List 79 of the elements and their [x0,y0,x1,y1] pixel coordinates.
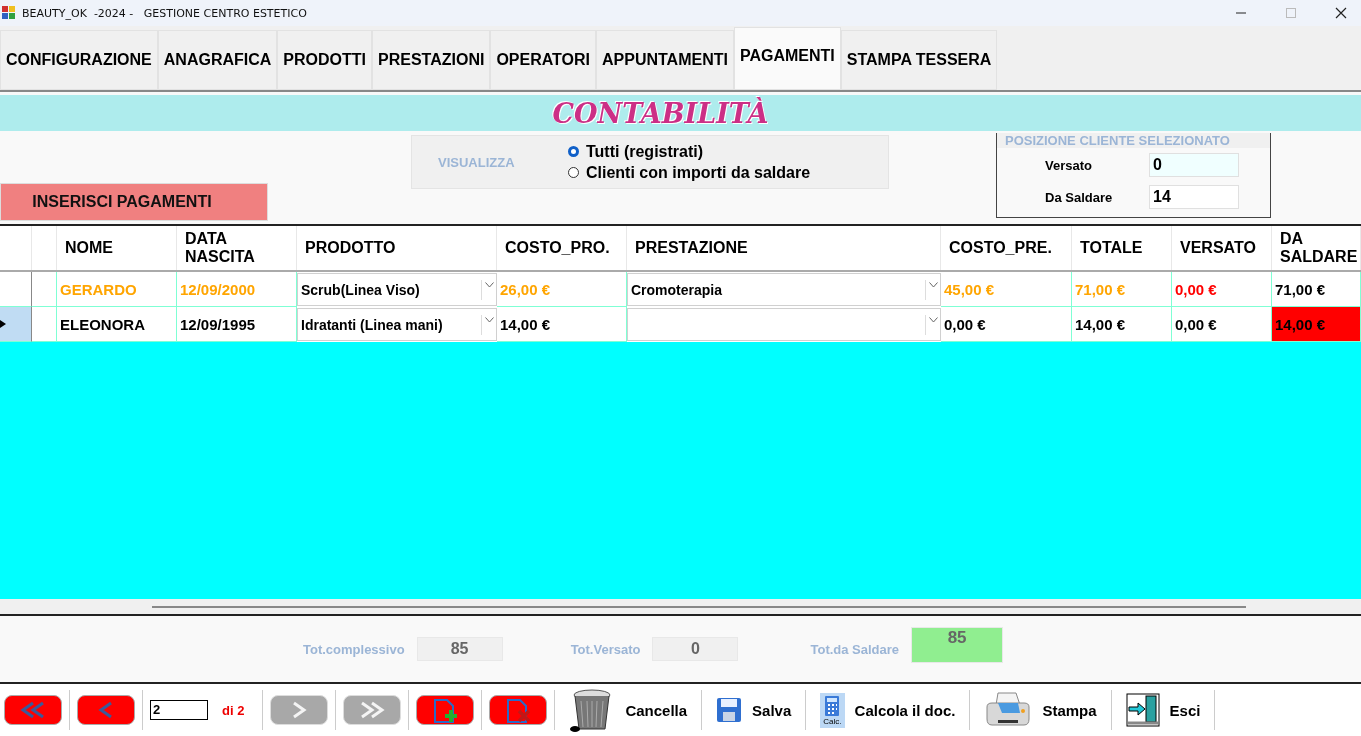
column-header[interactable]: VERSATO [1172,226,1272,270]
delete-button[interactable] [489,695,548,725]
chevron-down-icon [928,281,938,288]
scrollbar[interactable] [152,605,1246,608]
total-label: Tot.complessivo [303,641,405,657]
total-label: Tot.Versato [570,641,641,657]
total-value: 85 [416,637,503,661]
tab[interactable]: PRODOTTI [277,30,372,90]
tab[interactable]: OPERATORI [490,30,596,90]
tab[interactable]: APPUNTAMENTI [596,30,734,90]
cell-text: 0,00 € [1175,315,1217,333]
tab[interactable]: PAGAMENTI [733,27,841,90]
save-button[interactable]: Salva [706,697,802,723]
cell-text: 0,00 € [944,315,986,333]
cell-text: ELEONORA [60,315,145,333]
cell-text: 14,00 € [1275,315,1326,333]
first-button[interactable] [4,695,62,725]
printer-icon [984,691,1033,729]
banner-title: CONTABILITÀ [552,97,769,129]
panel-title: POSIZIONE CLIENTE SELEZIONATO [997,133,1270,148]
chevron-down-icon [928,316,938,323]
cell-text: 45,00 € [944,280,995,298]
row-header[interactable] [0,272,32,307]
calculator-icon: Calc. [820,692,845,728]
tab[interactable]: ANAGRAFICA [157,30,278,90]
app-icon [2,6,16,20]
value-field[interactable]: 14 [1149,185,1239,209]
total-value: 0 [652,637,739,661]
double-chevron-right-icon [358,701,387,719]
cell-text: 71,00 € [1275,280,1326,298]
tab[interactable]: CONFIGURAZIONE [0,30,158,90]
page-field[interactable]: 2 [150,700,208,720]
column-header[interactable]: COSTO_PRE. [941,226,1072,270]
field-label: Versato [1044,157,1093,173]
cell-text: 12/09/1995 [180,315,256,333]
radio-icon[interactable] [568,146,579,157]
chevron-down-icon [484,281,494,288]
dropdown-field[interactable]: Cromoterapia [627,273,941,306]
add-button[interactable] [416,695,475,725]
filter-label: VISUALIZZA [438,154,516,170]
total-label: Tot.da Saldare [810,641,900,657]
cell-text: 14,00 € [500,315,551,333]
cell-text: 12/09/2000 [180,280,256,298]
row-header[interactable] [0,307,32,342]
cell-text: 26,00 € [500,280,551,298]
window-title: BEAUTY_OK -2024 - GESTIONE CENTRO ESTETICO [22,6,307,20]
insert-payments-button[interactable]: INSERISCI PAGAMENTI [0,183,268,221]
cell-text: 0,00 € [1175,280,1217,298]
delete-button[interactable]: Cancella [559,687,698,733]
field-label: Da Saldare [1044,189,1114,205]
column-header[interactable]: PRESTAZIONE [627,226,941,270]
column-header[interactable]: NOME [57,226,177,270]
cell-text: GERARDO [60,280,137,298]
page-count: di 2 [221,702,246,718]
column-header[interactable]: TOTALE [1072,226,1172,270]
column-header[interactable]: DA SALDARE [1272,226,1361,270]
radio-icon[interactable] [568,167,579,178]
column-header[interactable]: COSTO_PRO. [497,226,627,270]
close-icon[interactable] [1335,7,1347,19]
previous-button[interactable] [77,695,135,725]
column-header[interactable]: PRODOTTO [297,226,497,270]
cell-text: 14,00 € [1075,315,1126,333]
current-row-icon [0,320,6,328]
print-button[interactable]: Stampa [974,691,1107,729]
exit-button[interactable]: Esci [1115,693,1211,727]
total-value: 85 [911,627,1004,663]
radio-option[interactable]: Clienti con importi da saldare [568,163,811,182]
tab[interactable]: STAMPA TESSERA [840,30,998,90]
calculate-button[interactable]: Calc. Calcola il doc. [810,692,966,728]
exit-door-icon [1125,693,1160,727]
column-header[interactable]: DATA NASCITA [177,226,297,270]
value-field[interactable]: 0 [1149,153,1239,177]
cell-text: 71,00 € [1075,280,1126,298]
radio-option[interactable]: Tutti (registrati) [568,142,811,161]
dropdown-field[interactable]: Scrub(Linea Viso) [297,273,497,306]
chevron-down-icon [484,316,494,323]
dropdown-field[interactable] [627,308,941,341]
dropdown-field[interactable]: Idratanti (Linea mani) [297,308,497,341]
tab[interactable]: PRESTAZIONI [372,30,491,90]
